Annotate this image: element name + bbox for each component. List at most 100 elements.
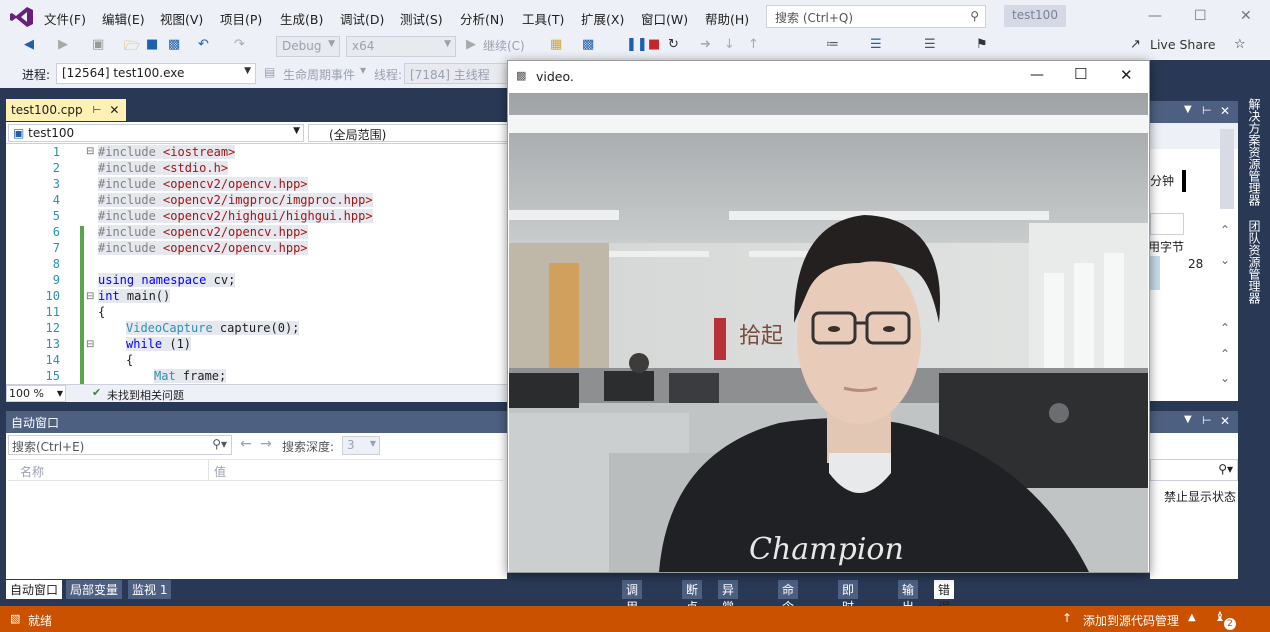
- menu-extensions[interactable]: 扩展(X): [581, 9, 624, 28]
- close-icon[interactable]: ✕: [1220, 414, 1230, 428]
- bookmark-icon[interactable]: ⚑: [976, 37, 988, 52]
- tab-watch-1[interactable]: 监视 1: [128, 580, 172, 599]
- step-over-icon[interactable]: ↓: [724, 37, 735, 52]
- solution-explorer-tab[interactable]: 解决方案资源管理器: [1246, 98, 1263, 206]
- step-into-icon[interactable]: ➜: [700, 37, 711, 52]
- chevron-up-icon[interactable]: ⌃: [1220, 223, 1230, 237]
- menu-view[interactable]: 视图(V): [160, 9, 203, 28]
- menu-analyze[interactable]: 分析(N): [460, 9, 504, 28]
- solution-name: test100: [1004, 5, 1066, 27]
- video-window-titlebar[interactable]: ▩ video. — ☐ ✕: [508, 61, 1149, 92]
- comment-icon[interactable]: ☰: [924, 37, 936, 52]
- scope-dropdown[interactable]: ▣ test100 ▼: [8, 124, 304, 142]
- tab-immediate-window[interactable]: 即时窗口: [838, 580, 859, 631]
- forward-icon[interactable]: ▶: [58, 37, 68, 52]
- close-tab-icon[interactable]: ✕: [109, 103, 119, 117]
- menu-debug[interactable]: 调试(D): [340, 9, 384, 28]
- menu-project[interactable]: 项目(P): [220, 9, 262, 28]
- pin-icon[interactable]: ⊢: [1202, 414, 1212, 427]
- arrow-left-icon[interactable]: ←: [240, 436, 252, 452]
- chevron-down-icon: ▾: [360, 63, 367, 77]
- tab-call-stack[interactable]: 调用堆栈: [622, 580, 643, 631]
- svg-text:拾起: 拾起: [739, 324, 783, 349]
- maximize-icon[interactable]: ☐: [1074, 65, 1087, 83]
- restart-icon[interactable]: ↻: [668, 37, 679, 52]
- team-explorer-tab[interactable]: 团队资源管理器: [1246, 220, 1263, 304]
- menu-build[interactable]: 生成(B): [280, 9, 323, 28]
- source-control-button[interactable]: 添加到源代码管理: [1083, 612, 1179, 629]
- chevron-up-icon[interactable]: ⌃: [1220, 321, 1230, 335]
- hex-icon[interactable]: ≔: [826, 37, 839, 52]
- dropdown-icon[interactable]: ▼: [1184, 104, 1192, 115]
- chevron-up-icon[interactable]: ⌃: [1220, 347, 1230, 361]
- arrow-right-icon[interactable]: →: [260, 436, 272, 452]
- menu-edit[interactable]: 编辑(E): [102, 9, 145, 28]
- search-icon[interactable]: ⚲▾: [1218, 462, 1233, 476]
- live-share-button[interactable]: Live Share: [1150, 37, 1216, 52]
- column-value[interactable]: 值: [214, 463, 226, 480]
- live-share-icon[interactable]: ↗: [1130, 37, 1141, 52]
- lifecycle-icon: ▤: [264, 65, 276, 79]
- maximize-icon[interactable]: ☐: [1194, 8, 1207, 24]
- pause-icon[interactable]: ❚❚: [626, 37, 648, 52]
- collapse-icon[interactable]: ⊟: [86, 291, 94, 302]
- window-icon: ▩: [516, 69, 527, 82]
- tab-exception-settings[interactable]: 异常设置: [718, 580, 739, 631]
- close-icon[interactable]: ✕: [1120, 66, 1133, 84]
- tab-breakpoints[interactable]: 断点: [682, 580, 703, 614]
- column-name[interactable]: 名称: [20, 463, 44, 480]
- chevron-down-icon[interactable]: ⌄: [1220, 253, 1230, 267]
- menu-tools[interactable]: 工具(T): [522, 9, 564, 28]
- open-folder-icon[interactable]: 🗁: [124, 37, 140, 59]
- dropdown-icon[interactable]: ▼: [1184, 414, 1192, 425]
- continue-icon[interactable]: ▶: [466, 37, 476, 52]
- search-box[interactable]: 搜索 (Ctrl+Q) ⚲: [766, 5, 986, 28]
- close-icon[interactable]: ✕: [1240, 8, 1252, 24]
- auto-search-input[interactable]: 搜索(Ctrl+E) ⚲▾: [8, 435, 232, 455]
- lifecycle-events-button[interactable]: 生命周期事件: [283, 66, 355, 83]
- code-editor[interactable]: 1 2 3 4 5 6 7 8 9 10 11 12 13 14 15 ⊟ ⊟ ⊟ #include <io…: [6, 144, 507, 384]
- platform-dropdown[interactable]: x64 ▼: [346, 36, 456, 57]
- close-icon[interactable]: ✕: [1220, 104, 1230, 118]
- chevron-down-icon[interactable]: ⌄: [1220, 371, 1230, 385]
- stop-icon[interactable]: ■: [648, 37, 660, 52]
- menu-help[interactable]: 帮助(H): [705, 9, 749, 28]
- undo-icon[interactable]: ↶: [198, 37, 209, 52]
- tab-error-list[interactable]: 错误列表: [934, 580, 955, 631]
- svg-text:Champion: Champion: [749, 532, 904, 567]
- step-out-icon[interactable]: ↑: [748, 37, 759, 52]
- feedback-icon[interactable]: ☆: [1234, 37, 1246, 52]
- suppress-state-column[interactable]: 禁止显示状态: [1164, 488, 1236, 505]
- menu-file[interactable]: 文件(F): [44, 9, 86, 28]
- collapse-icon[interactable]: ⊟: [86, 146, 94, 157]
- menu-test[interactable]: 测试(S): [400, 9, 443, 28]
- continue-button[interactable]: 继续(C): [483, 37, 525, 54]
- global-scope-dropdown[interactable]: (全局范围): [308, 124, 508, 142]
- config-dropdown[interactable]: Debug ▼: [276, 36, 340, 57]
- tab-output[interactable]: 输出: [898, 580, 919, 614]
- back-icon[interactable]: ◀: [24, 37, 34, 52]
- video-window[interactable]: ▩ video. — ☐ ✕ 拾起 Champion: [507, 60, 1150, 573]
- tab-command-window[interactable]: 命令窗口: [778, 580, 799, 631]
- zoom-dropdown[interactable]: 100 % ▼: [6, 385, 66, 402]
- arrow-up-icon: ↑: [1062, 611, 1073, 625]
- save-all-icon[interactable]: ▩: [168, 37, 180, 52]
- thread-dropdown[interactable]: [7184] 主线程: [404, 63, 508, 84]
- search-depth-dropdown[interactable]: 3 ▼: [342, 436, 380, 455]
- tab-locals[interactable]: 局部变量: [66, 580, 123, 599]
- pin-icon[interactable]: ⊢: [93, 105, 102, 116]
- redo-icon[interactable]: ↷: [234, 37, 245, 52]
- tab-test100-cpp[interactable]: test100.cpp ⊢ ✕: [6, 99, 126, 121]
- thread-icon[interactable]: ☰: [870, 37, 882, 52]
- new-project-icon[interactable]: ▣: [92, 37, 104, 52]
- save-icon[interactable]: ■: [146, 37, 158, 52]
- attach-icon[interactable]: ▦: [550, 37, 562, 52]
- menu-window[interactable]: 窗口(W): [641, 9, 688, 28]
- process-dropdown[interactable]: [12564] test100.exe ▼: [56, 63, 256, 84]
- camera-icon[interactable]: ▩: [582, 37, 594, 52]
- minimize-icon[interactable]: —: [1030, 67, 1044, 83]
- pin-icon[interactable]: ⊢: [1202, 104, 1212, 117]
- minimize-icon[interactable]: —: [1148, 8, 1162, 24]
- collapse-icon[interactable]: ⊟: [86, 339, 94, 350]
- tab-auto-window[interactable]: 自动窗口: [6, 580, 63, 599]
